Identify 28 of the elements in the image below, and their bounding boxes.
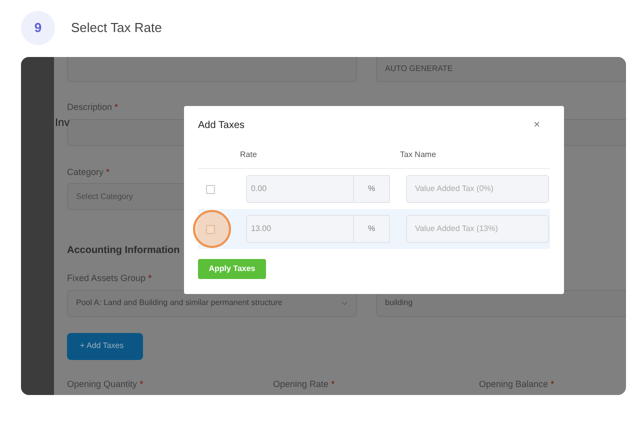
percent-addon: % (354, 175, 390, 203)
field-label: Fixed Assets Group * (67, 272, 153, 285)
chevron-down-icon (341, 300, 348, 306)
field-label: Opening Balance * (479, 378, 556, 391)
text-field[interactable]: AUTO GENERATE (376, 57, 626, 82)
dialog-title: Add Taxes (198, 119, 245, 133)
section-title: Accounting Information (67, 244, 181, 258)
tax-name-field[interactable]: Value Added Tax (0%) (406, 175, 549, 203)
field-label: Opening Rate * (273, 378, 336, 391)
rate-field[interactable]: 13.00 (246, 215, 354, 243)
step-title: Select Tax Rate (71, 19, 162, 38)
select-value: Pool A: Land and Building and similar permanent structure (76, 297, 282, 309)
rate-field[interactable]: 0.00 (246, 175, 354, 203)
step-number-badge: 9 (21, 11, 55, 45)
sidebar-text: Inv (55, 116, 70, 131)
field-label: Category * (67, 166, 111, 179)
field-label: Description * (67, 101, 120, 114)
percent-addon: % (354, 215, 390, 243)
column-header: Rate (240, 149, 258, 161)
text-field[interactable] (67, 57, 357, 82)
apply-taxes-button[interactable]: Apply Taxes (198, 259, 266, 279)
close-button[interactable]: × (534, 120, 540, 131)
checkbox[interactable] (206, 184, 215, 194)
column-header: Tax Name (400, 149, 436, 161)
field-label: Opening Quantity * (67, 378, 144, 391)
checkbox[interactable] (206, 224, 215, 234)
add-taxes-button[interactable]: + Add Taxes (67, 332, 143, 360)
tax-name-field[interactable]: Value Added Tax (13%) (406, 215, 549, 243)
